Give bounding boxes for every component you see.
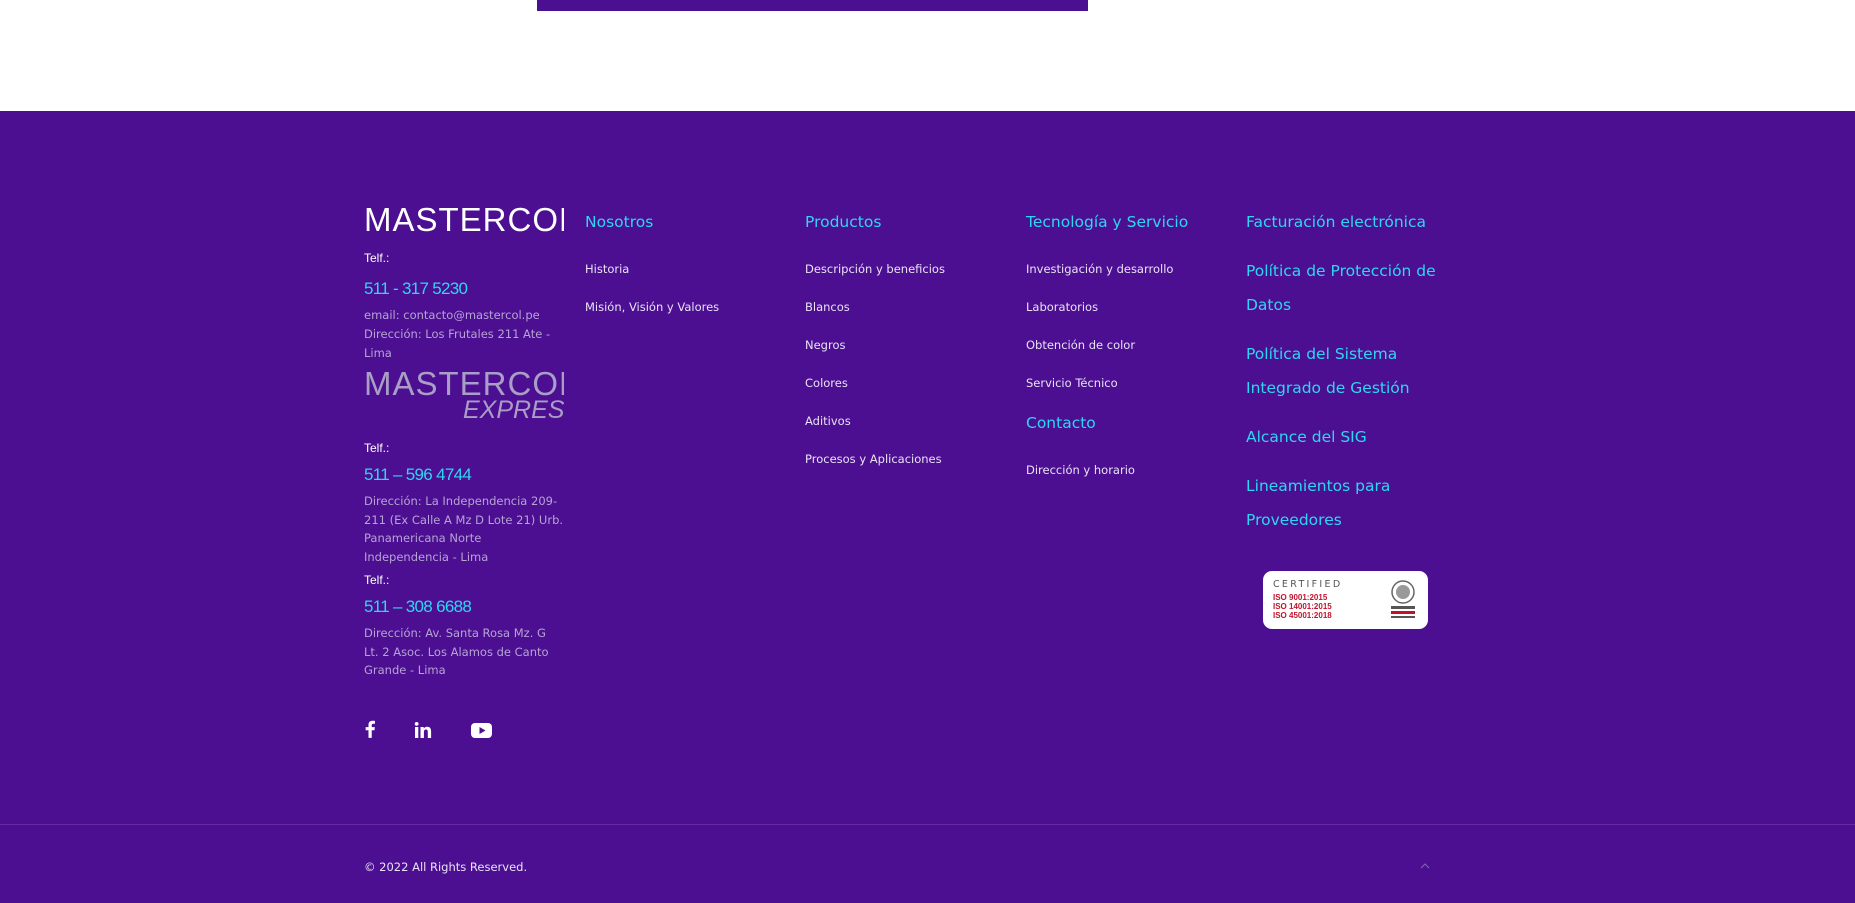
address-text: Dirección: Av. Santa Rosa Mz. G Lt. 2 As…	[364, 626, 549, 677]
site-footer: MASTERCOL Telf.: 511 - 317 5230 email: c…	[0, 111, 1855, 903]
phone-label: Telf.:	[364, 573, 390, 587]
iso-45001: ISO 45001:2018	[1273, 611, 1332, 620]
link-negros[interactable]: Negros	[805, 338, 845, 352]
link-descripcion-beneficios[interactable]: Descripción y beneficios	[805, 262, 945, 276]
contacto-heading[interactable]: Contacto	[1026, 406, 1096, 440]
top-banner-bar	[537, 0, 1088, 11]
link-politica-sistema-integrado[interactable]: Política del Sistema Integrado de Gestió…	[1246, 337, 1436, 405]
certified-title: CERTIFIED	[1273, 579, 1343, 590]
link-direccion-horario[interactable]: Dirección y horario	[1026, 463, 1135, 477]
link-laboratorios[interactable]: Laboratorios	[1026, 300, 1098, 314]
link-alcance-sig[interactable]: Alcance del SIG	[1246, 420, 1367, 454]
nosotros-heading[interactable]: Nosotros	[585, 205, 653, 239]
chevron-up-icon[interactable]	[1418, 859, 1432, 873]
link-politica-proteccion-datos[interactable]: Política de Protección de Datos	[1246, 254, 1456, 322]
iso-9001: ISO 9001:2015	[1273, 593, 1328, 602]
productos-heading[interactable]: Productos	[805, 205, 881, 239]
iso-14001: ISO 14001:2015	[1273, 602, 1332, 611]
phone-number[interactable]: 511 – 308 6688	[364, 597, 472, 617]
address-text: Dirección: La Independencia 209-211 (Ex …	[364, 494, 564, 564]
copyright-text: © 2022 All Rights Reserved.	[364, 860, 528, 874]
phone-number[interactable]: 511 - 317 5230	[364, 279, 468, 299]
page-top-area	[0, 0, 1855, 111]
link-facturacion-electronica[interactable]: Facturación electrónica	[1246, 205, 1426, 239]
link-historia[interactable]: Historia	[585, 262, 629, 276]
svg-text:EXPRESS: EXPRESS	[463, 396, 564, 422]
mastercol-logo[interactable]: MASTERCOL	[364, 203, 564, 235]
link-lineamientos-proveedores[interactable]: Lineamientos para Proveedores	[1246, 469, 1436, 537]
email-text[interactable]: email: contacto@mastercol.pe	[364, 306, 564, 325]
tecnologia-heading[interactable]: Tecnología y Servicio	[1026, 205, 1188, 239]
footer-divider	[0, 824, 1855, 825]
bureau-veritas-seal-icon	[1391, 580, 1415, 618]
link-aditivos[interactable]: Aditivos	[805, 414, 851, 428]
phone-label: Telf.:	[364, 251, 390, 265]
mastercol-express-logo: MASTERCOL EXPRESS	[364, 366, 564, 422]
facebook-icon[interactable]	[364, 718, 388, 742]
address-text: Dirección: Los Frutales 211 Ate - Lima	[364, 327, 551, 360]
link-servicio-tecnico[interactable]: Servicio Técnico	[1026, 376, 1118, 390]
iso-certification-badge: CERTIFIED ISO 9001:2015 ISO 14001:2015 I…	[1263, 571, 1428, 629]
phone-label: Telf.:	[364, 441, 390, 455]
link-obtencion-color[interactable]: Obtención de color	[1026, 338, 1135, 352]
link-procesos-aplicaciones[interactable]: Procesos y Aplicaciones	[805, 452, 942, 466]
svg-text:MASTERCOL: MASTERCOL	[364, 203, 564, 235]
phone-number[interactable]: 511 – 596 4744	[364, 465, 472, 485]
link-blancos[interactable]: Blancos	[805, 300, 850, 314]
youtube-icon[interactable]	[470, 718, 494, 742]
link-mision-vision-valores[interactable]: Misión, Visión y Valores	[585, 300, 719, 314]
link-investigacion-desarrollo[interactable]: Investigación y desarrollo	[1026, 262, 1173, 276]
linkedin-icon[interactable]	[414, 718, 438, 742]
link-colores[interactable]: Colores	[805, 376, 848, 390]
